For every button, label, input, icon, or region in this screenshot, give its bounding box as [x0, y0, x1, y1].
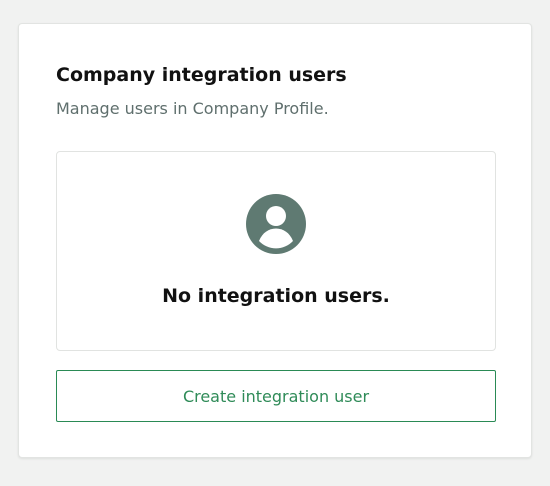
card-title: Company integration users [56, 64, 347, 86]
user-circle-icon [246, 194, 306, 254]
create-integration-user-button[interactable]: Create integration user [56, 370, 496, 422]
empty-state-message: No integration users. [162, 285, 390, 307]
empty-state-panel: No integration users. [56, 151, 496, 351]
page: Company integration users Manage users i… [0, 0, 550, 486]
card-subtitle: Manage users in Company Profile. [56, 99, 329, 118]
integration-users-card: Company integration users Manage users i… [18, 23, 532, 458]
